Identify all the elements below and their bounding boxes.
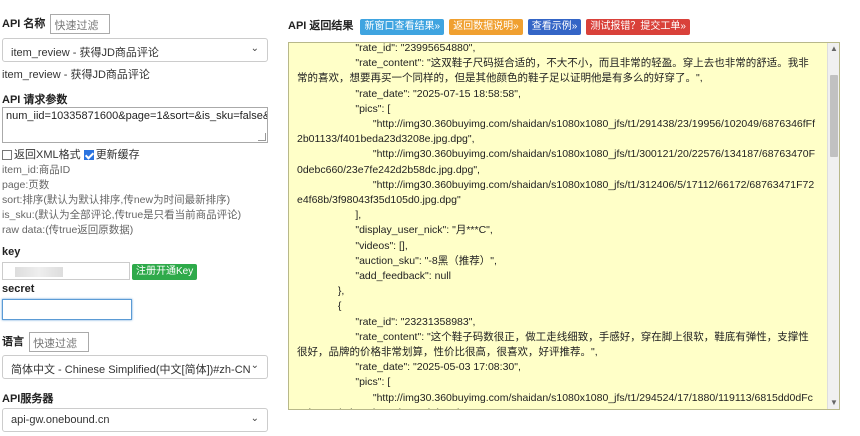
chevron-down-icon: ⌄	[250, 43, 259, 54]
chevron-down-icon: ⌄	[250, 413, 259, 424]
key-label: key	[2, 246, 21, 258]
param-doc-line: sort:排序(默认为默认排序,传new为时间最新排序)	[2, 194, 231, 206]
server-label: API服务器	[2, 393, 54, 405]
result-json: "rate_id": "23995654880", "rate_content"…	[297, 42, 816, 409]
left-panel: API 名称 快速过滤 item_review - 获得JD商品评论 ⌄ ite…	[0, 0, 272, 436]
param-docs: item_id:商品ID page:页数 sort:排序(默认为默认排序,传ne…	[2, 163, 241, 238]
lang-select-value: 简体中文 - Chinese Simplified(中文[简体])#zh-CN	[11, 364, 251, 376]
lang-row: 语言 快速过滤	[2, 332, 90, 352]
param-doc-line: is_sku:(默认为全部评论,传true是只看当前商品评论)	[2, 209, 242, 221]
lang-select[interactable]: 简体中文 - Chinese Simplified(中文[简体])#zh-CN …	[2, 355, 268, 379]
api-name-row: API 名称 快速过滤	[2, 14, 111, 34]
chevron-down-icon: ⌄	[250, 360, 259, 371]
field-desc-button[interactable]: 返回数据说明»	[449, 19, 523, 35]
xml-checkbox[interactable]	[2, 150, 12, 161]
api-filter-input[interactable]: 快速过滤	[50, 14, 111, 34]
api-select-value: item_review - 获得JD商品评论	[11, 47, 159, 59]
update-cache-checkbox[interactable]	[83, 150, 94, 161]
secret-label: secret	[2, 283, 35, 295]
result-scrollbar[interactable]: ▲ ▼	[827, 43, 839, 409]
result-textarea[interactable]: "rate_id": "23995654880", "rate_content"…	[288, 42, 840, 410]
right-panel: API 返回结果 新窗口查看结果» 返回数据说明» 查看示例» 测试报错？提交工…	[288, 0, 848, 436]
register-key-button[interactable]: 注册开通Key	[132, 264, 198, 280]
lang-label: 语言	[2, 335, 24, 348]
update-cache-label: 更新缓存	[95, 149, 140, 161]
param-doc-line: page:页数	[2, 179, 50, 191]
params-label: API 请求参数	[2, 94, 68, 106]
redacted-key	[15, 267, 63, 277]
api-select[interactable]: item_review - 获得JD商品评论 ⌄	[2, 38, 268, 62]
api-name-label: API 名称	[2, 17, 46, 30]
params-textarea[interactable]: num_iid=10335871600&page=1&sort=&is_sku=…	[2, 107, 268, 143]
key-input[interactable]	[2, 262, 130, 280]
scroll-thumb[interactable]	[830, 75, 838, 157]
scroll-up-icon[interactable]: ▲	[828, 43, 839, 55]
secret-input[interactable]	[2, 299, 132, 320]
params-value: num_iid=10335871600&page=1&sort=&is_sku=…	[6, 110, 267, 122]
result-toolbar: API 返回结果 新窗口查看结果» 返回数据说明» 查看示例» 测试报错？提交工…	[288, 17, 692, 35]
result-label: API 返回结果	[288, 20, 354, 32]
server-select-value: api-gw.onebound.cn	[11, 414, 110, 426]
example-button[interactable]: 查看示例»	[527, 19, 582, 35]
xml-label: 返回XML格式	[14, 149, 81, 161]
server-select[interactable]: api-gw.onebound.cn ⌄	[2, 408, 268, 432]
lang-filter-input[interactable]: 快速过滤	[29, 332, 90, 352]
param-doc-line: raw data:(传true返回原数据)	[2, 224, 134, 236]
new-window-button[interactable]: 新窗口查看结果»	[360, 19, 445, 35]
scroll-down-icon[interactable]: ▼	[828, 397, 839, 409]
resize-grip-icon[interactable]	[258, 133, 266, 141]
options-row: 返回XML格式 更新缓存	[2, 146, 140, 162]
report-issue-button[interactable]: 测试报错？提交工单»	[586, 19, 690, 35]
param-doc-line: item_id:商品ID	[2, 164, 71, 176]
api-caption: item_review - 获得JD商品评论	[2, 69, 150, 81]
